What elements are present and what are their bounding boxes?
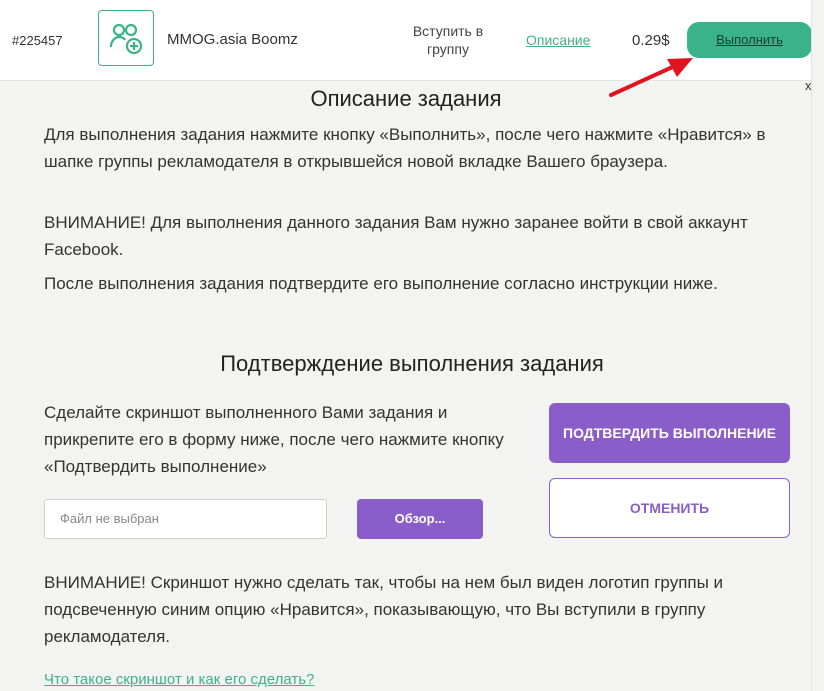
description-title: Описание задания	[310, 86, 502, 111]
task-id: #225457	[12, 33, 63, 48]
confirmation-instruction: Сделайте скриншот выполненного Вами зада…	[44, 403, 504, 476]
confirmation-title: Подтверждение выполнения задания	[220, 351, 604, 376]
screenshot-help-link[interactable]: Что такое скриншот и как его сделать?	[44, 671, 314, 688]
description-paragraph: После выполнения задания подтвердите его…	[44, 274, 718, 293]
task-type: Вступить в группу	[412, 23, 484, 57]
browse-button[interactable]: Обзор...	[357, 499, 483, 539]
task-price: 0.29$	[632, 32, 670, 49]
description-link[interactable]: Описание	[526, 32, 590, 48]
task-name: MMOG.asia Boomz	[167, 31, 298, 48]
task-icon-box	[98, 10, 154, 66]
file-input[interactable]: Файл не выбран	[44, 499, 327, 539]
description-paragraph: ВНИМАНИЕ! Для выполнения данного задания…	[44, 213, 748, 259]
description-paragraph: Для выполнения задания нажмите кнопку «В…	[44, 125, 766, 171]
confirm-button[interactable]: ПОДТВЕРДИТЬ ВЫПОЛНЕНИЕ	[549, 403, 790, 463]
screenshot-warning: ВНИМАНИЕ! Скриншот нужно сделать так, чт…	[44, 573, 724, 646]
add-user-icon	[109, 23, 143, 55]
scrollbar[interactable]	[811, 0, 824, 691]
execute-button[interactable]: Выполнить	[687, 22, 812, 58]
cancel-button[interactable]: ОТМЕНИТЬ	[549, 478, 790, 538]
